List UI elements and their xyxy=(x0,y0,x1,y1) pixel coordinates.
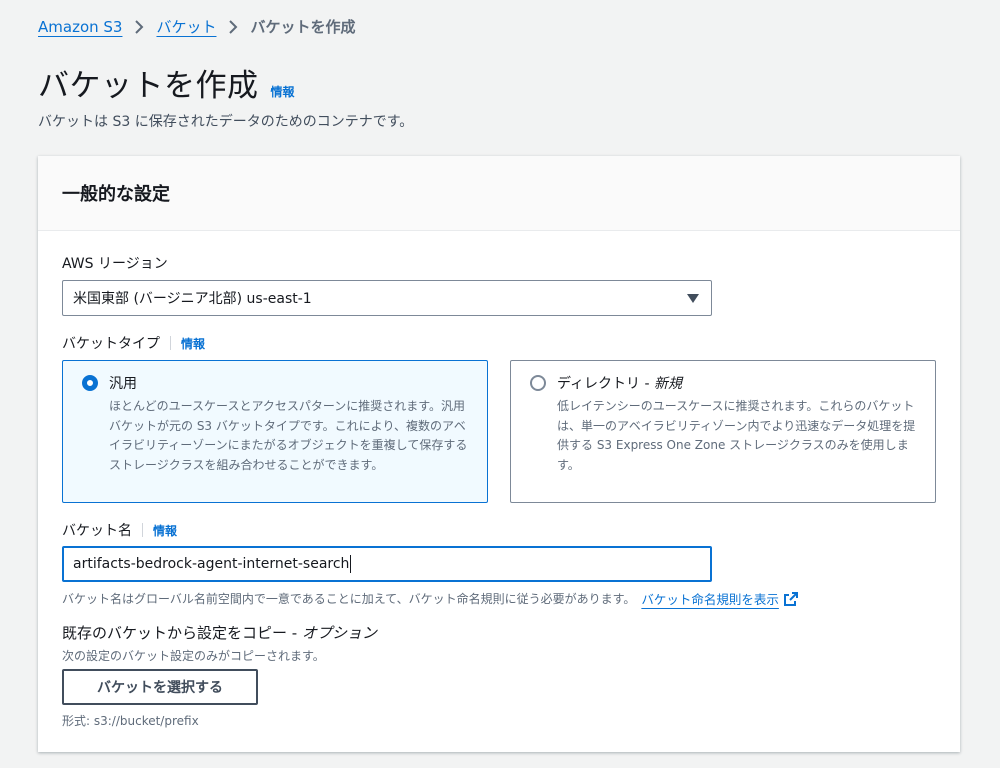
panel-header xyxy=(38,156,960,231)
bucket-name-input[interactable]: artifacts-bedrock-agent-internet-search xyxy=(62,546,712,582)
panel-title: 一般的な設定 xyxy=(62,184,170,205)
region-select-value: 米国東部 (バージニア北部) us-east-1 xyxy=(73,291,312,307)
tile-title: ディレクトリ - 新規 xyxy=(557,376,682,392)
tile-directory[interactable]: ディレクトリ - 新規 低レイテンシーのユースケースに推奨されます。これらのバケ… xyxy=(510,360,936,503)
text-cursor xyxy=(350,555,352,573)
tile-title: 汎用 xyxy=(109,376,137,392)
bucket-name-info-link[interactable]: 情報 xyxy=(153,522,177,539)
external-link-icon[interactable] xyxy=(783,591,799,607)
breadcrumb-amazon-s3[interactable]: Amazon S3 xyxy=(38,18,122,36)
page-description: バケットは S3 に保存されたデータのためのコンテナです。 xyxy=(38,114,414,130)
copy-settings-title: 既存のバケットから設定をコピー - オプション xyxy=(62,624,377,642)
divider xyxy=(170,336,171,350)
region-label: AWS リージョン xyxy=(62,256,168,272)
header-info-link[interactable]: 情報 xyxy=(271,83,295,100)
chevron-right-icon xyxy=(228,19,238,34)
page-title: バケットを作成 xyxy=(38,68,259,104)
bucket-name-label: バケット名 xyxy=(62,523,132,539)
bucket-name-value: artifacts-bedrock-agent-internet-search xyxy=(73,556,350,572)
bucket-name-label-row: バケット名 情報 xyxy=(62,520,177,540)
breadcrumb-current: バケットを作成 xyxy=(250,18,356,36)
breadcrumb-buckets[interactable]: バケット xyxy=(156,16,216,37)
bucket-type-label: バケットタイプ xyxy=(62,336,160,352)
region-select[interactable]: 米国東部 (バージニア北部) us-east-1 xyxy=(62,280,712,316)
page-header: バケットを作成 情報 xyxy=(38,60,295,105)
radio-directory[interactable] xyxy=(530,375,546,391)
copy-settings-description: 次の設定のバケット設定のみがコピーされます。 xyxy=(62,649,325,663)
general-settings-panel: 一般的な設定 AWS リージョン 米国東部 (バージニア北部) us-east-… xyxy=(38,156,960,752)
choose-bucket-button[interactable]: バケットを選択する xyxy=(62,669,258,705)
bucket-type-label-row: バケットタイプ 情報 xyxy=(62,333,205,353)
caret-down-icon xyxy=(687,294,699,303)
format-hint: 形式: s3://bucket/prefix xyxy=(62,714,199,728)
radio-general-purpose[interactable] xyxy=(82,375,98,391)
bucket-name-hint: バケット名はグローバル名前空間内で一意であることに加えて、バケット命名規則に従う… xyxy=(62,589,799,608)
bucket-name-hint-text: バケット名はグローバル名前空間内で一意であることに加えて、バケット命名規則に従う… xyxy=(62,592,636,606)
tile-description: ほとんどのユースケースとアクセスパターンに推奨されます。汎用バケットが元の S3… xyxy=(109,399,468,472)
naming-rules-link[interactable]: バケット命名規則を表示 xyxy=(641,589,779,608)
breadcrumb: Amazon S3 バケット バケットを作成 xyxy=(38,16,356,37)
tile-description: 低レイテンシーのユースケースに推奨されます。これらのバケットは、単一のアベイラビ… xyxy=(557,399,916,472)
chevron-right-icon xyxy=(134,19,144,34)
tile-general-purpose[interactable]: 汎用 ほとんどのユースケースとアクセスパターンに推奨されます。汎用バケットが元の… xyxy=(62,360,488,503)
bucket-type-info-link[interactable]: 情報 xyxy=(181,335,205,352)
divider xyxy=(142,523,143,537)
